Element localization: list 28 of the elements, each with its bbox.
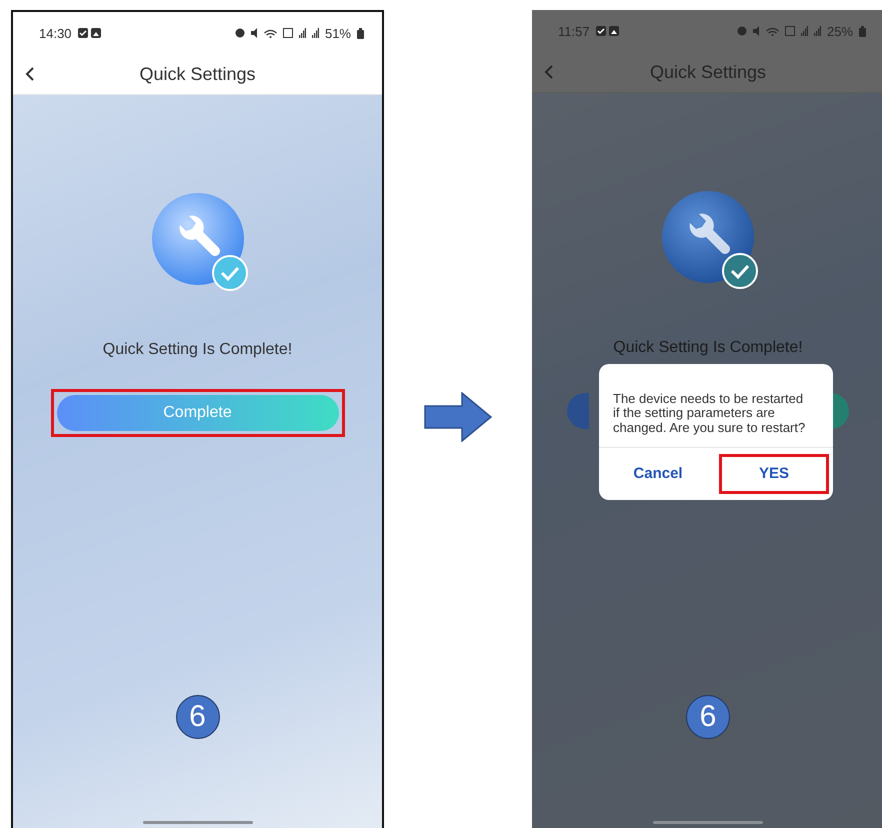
signal-icon bbox=[298, 28, 306, 38]
completion-message: Quick Setting Is Complete! bbox=[613, 339, 803, 357]
battery-icon bbox=[357, 28, 364, 38]
battery-icon bbox=[859, 26, 866, 36]
completion-message: Quick Setting Is Complete! bbox=[102, 341, 292, 359]
right-arrow-icon bbox=[424, 392, 492, 442]
step-number: 6 bbox=[176, 695, 220, 739]
alarm-icon bbox=[234, 28, 245, 38]
signal-icon bbox=[800, 26, 808, 36]
wifi-icon bbox=[264, 28, 277, 38]
alarm-icon bbox=[736, 26, 747, 36]
signal-icon bbox=[312, 28, 319, 38]
status-time: 14:30 bbox=[39, 26, 72, 40]
battery-percentage: 25% bbox=[826, 24, 853, 38]
back-icon[interactable] bbox=[25, 67, 35, 81]
dialog-button[interactable]: Cancel bbox=[603, 454, 713, 494]
step-number: 6 bbox=[686, 695, 730, 739]
covered-button-edge bbox=[567, 393, 589, 429]
screen-title: Quick Settings bbox=[138, 64, 257, 84]
status-time: 11:57 bbox=[558, 24, 590, 38]
dialog-message: The device needs to be restarted if the setting parameters are changed. Are you sure to restart? bbox=[612, 390, 806, 437]
screen-title: Quick Settings bbox=[648, 62, 768, 82]
wifi-icon bbox=[766, 26, 779, 36]
battery-percentage: 51% bbox=[324, 26, 351, 40]
signal-icon bbox=[814, 26, 821, 36]
mute-icon bbox=[250, 28, 258, 38]
mute-icon bbox=[752, 26, 760, 36]
dialog-button[interactable]: YES bbox=[719, 454, 829, 494]
